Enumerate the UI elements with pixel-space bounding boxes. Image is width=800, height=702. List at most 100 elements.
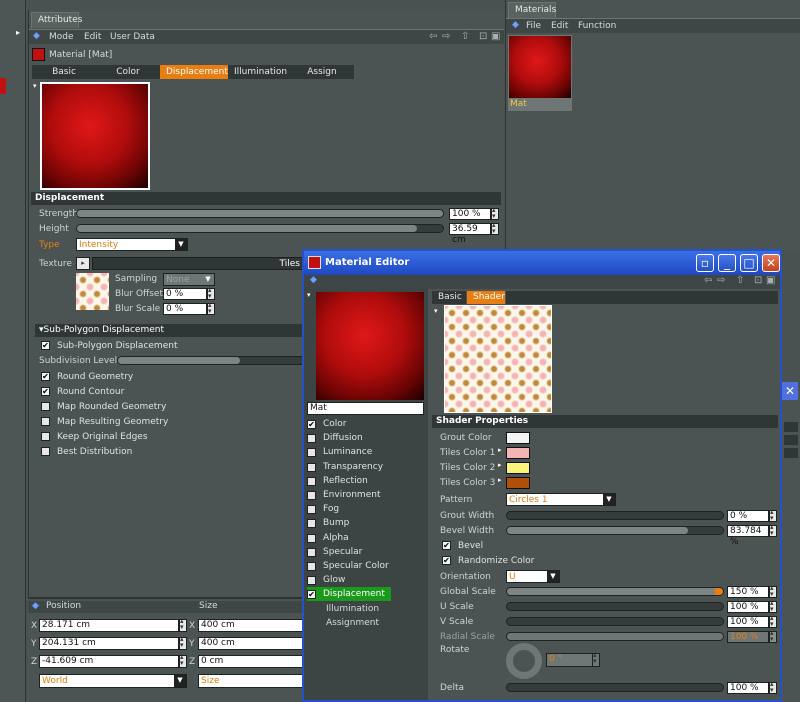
blur-scale-spinner[interactable] [207, 301, 215, 315]
global-scale-spinner[interactable] [769, 584, 777, 598]
materials-menu-edit[interactable]: Edit [551, 21, 568, 31]
tiles-color-3-swatch[interactable] [506, 477, 530, 489]
shader-preview-collapse-icon[interactable]: ▾ [434, 307, 438, 315]
strength-field[interactable]: 100 % [449, 208, 491, 220]
bevel-width-field[interactable]: 83.784 % [727, 525, 769, 547]
channel-item[interactable]: Transparency [307, 460, 425, 474]
size-z-field[interactable]: 0 cm [198, 655, 303, 668]
editor-title-bar[interactable]: Material Editor ▫ _ □ ✕ [304, 251, 780, 275]
scroll-spinner-1[interactable] [784, 422, 798, 432]
pos-x-spinner[interactable] [179, 617, 187, 632]
editor-up-icon[interactable]: ⇧ [736, 275, 744, 286]
restore-icon[interactable]: ▫ [696, 254, 714, 272]
rotate-field[interactable]: 0 ° [546, 653, 594, 667]
u-scale-slider[interactable] [506, 602, 724, 611]
option-checkbox[interactable] [41, 402, 50, 411]
channel-checkbox[interactable] [307, 505, 316, 515]
tiles-color-1-swatch[interactable] [506, 447, 530, 459]
size-mode-dropdown[interactable]: Size [198, 674, 303, 688]
channel-checkbox[interactable] [307, 533, 316, 543]
new-panel-icon[interactable]: ▣ [491, 31, 500, 42]
scroll-spinner-2[interactable] [784, 435, 798, 445]
subpoly-checkbox[interactable]: ✔ [41, 341, 50, 350]
channel-item[interactable]: Alpha [307, 531, 425, 545]
blur-offset-spinner[interactable] [207, 286, 215, 300]
editor-tab-shader[interactable]: Shader [467, 291, 505, 304]
option-checkbox[interactable]: ✔ [41, 372, 50, 381]
channel-checkbox[interactable] [307, 519, 316, 529]
minimize-icon[interactable]: _ [718, 254, 736, 272]
channel-item[interactable]: Fog [307, 502, 425, 516]
size-x-field[interactable]: 400 cm [198, 619, 303, 632]
editor-new-icon[interactable]: ▣ [766, 275, 775, 286]
option-checkbox[interactable] [41, 432, 50, 441]
forward-arrow-icon[interactable]: ⇨ [442, 31, 450, 42]
channel-item[interactable]: Specular Color [307, 559, 425, 573]
tab-displacement[interactable]: Displacement [160, 65, 228, 79]
scroll-spinner-3[interactable] [784, 448, 798, 458]
left-strip-arrow-icon[interactable]: ▸ [16, 28, 20, 37]
height-spinner[interactable] [491, 221, 499, 235]
materials-menu-function[interactable]: Function [578, 21, 616, 31]
editor-preview-collapse-icon[interactable]: ▾ [307, 291, 311, 299]
grout-width-field[interactable]: 0 % [727, 510, 769, 522]
grout-width-slider[interactable] [506, 511, 724, 520]
channel-checkbox[interactable]: ✔ [307, 420, 316, 429]
size-y-field[interactable]: 400 cm [198, 637, 303, 650]
v-scale-slider[interactable] [506, 617, 724, 626]
tab-color[interactable]: Color [96, 65, 160, 79]
texture-bar[interactable]: Tiles [92, 257, 304, 270]
delta-field[interactable]: 100 % [727, 682, 769, 694]
channel-checkbox[interactable] [307, 491, 316, 500]
tiles-color-1-arrow-icon[interactable]: ▸ [498, 446, 502, 454]
strength-slider[interactable] [76, 209, 444, 218]
blur-offset-field[interactable]: 0 % [163, 288, 207, 300]
pos-z-field[interactable]: -41.609 cm [39, 655, 179, 668]
global-scale-slider[interactable] [506, 587, 724, 596]
editor-forward-icon[interactable]: ⇨ [717, 275, 725, 286]
editor-tab-basic[interactable]: Basic [432, 291, 466, 304]
option-checkbox[interactable]: ✔ [41, 387, 50, 396]
maximize-icon[interactable]: □ [740, 254, 758, 272]
editor-lock-icon[interactable]: ⊡ [754, 275, 762, 286]
coord-mode-dropdown[interactable]: World ▼ [39, 674, 187, 688]
channel-checkbox[interactable] [307, 547, 316, 557]
u-scale-field[interactable]: 100 % [727, 601, 769, 613]
tab-basic[interactable]: Basic [32, 65, 96, 79]
rotate-dial[interactable] [506, 643, 542, 679]
pos-y-spinner[interactable] [179, 635, 187, 650]
pos-y-field[interactable]: 204.131 cm [39, 637, 179, 650]
back-arrow-icon[interactable]: ⇦ [429, 31, 437, 42]
channel-checkbox[interactable]: ✔ [307, 590, 316, 600]
sampling-dropdown[interactable]: None ▼ [163, 273, 215, 286]
subdivision-slider[interactable] [117, 356, 307, 365]
channel-checkbox[interactable] [307, 562, 316, 571]
type-dropdown[interactable]: Intensity ▼ [76, 238, 188, 251]
channel-item[interactable]: Environment [307, 488, 425, 502]
up-arrow-icon[interactable]: ⇧ [461, 31, 469, 42]
material-name-field[interactable]: Mat [307, 402, 424, 415]
channel-item[interactable]: Reflection [307, 474, 425, 488]
preview-collapse-icon[interactable]: ▾ [33, 82, 37, 90]
material-thumbnail[interactable]: Mat [508, 35, 572, 111]
channel-sub-item[interactable]: Illumination [326, 602, 379, 616]
height-field[interactable]: 36.59 cm [449, 223, 491, 245]
editor-menu-icon[interactable]: ◆ [310, 275, 317, 285]
channel-sub-item[interactable]: Assignment [326, 616, 379, 630]
materials-menu-icon[interactable]: ◆ [512, 20, 519, 30]
pos-z-spinner[interactable] [179, 653, 187, 668]
coordinates-menu-icon[interactable]: ◆ [32, 601, 39, 611]
channel-item[interactable]: Bump [307, 516, 425, 530]
channel-checkbox[interactable] [307, 462, 316, 472]
strength-spinner[interactable] [491, 206, 499, 220]
grout-color-swatch[interactable] [506, 432, 530, 444]
rotate-spinner[interactable] [592, 651, 600, 667]
channel-item[interactable]: Diffusion [307, 431, 425, 445]
lock-icon[interactable]: ⊡ [479, 31, 487, 42]
channel-checkbox[interactable] [307, 476, 316, 486]
orientation-dropdown[interactable]: U ▼ [506, 570, 560, 583]
channel-checkbox[interactable] [307, 434, 316, 444]
blur-scale-field[interactable]: 0 % [163, 303, 207, 315]
channel-item[interactable]: Luminance [307, 445, 425, 459]
channel-item[interactable]: Glow [307, 573, 425, 587]
